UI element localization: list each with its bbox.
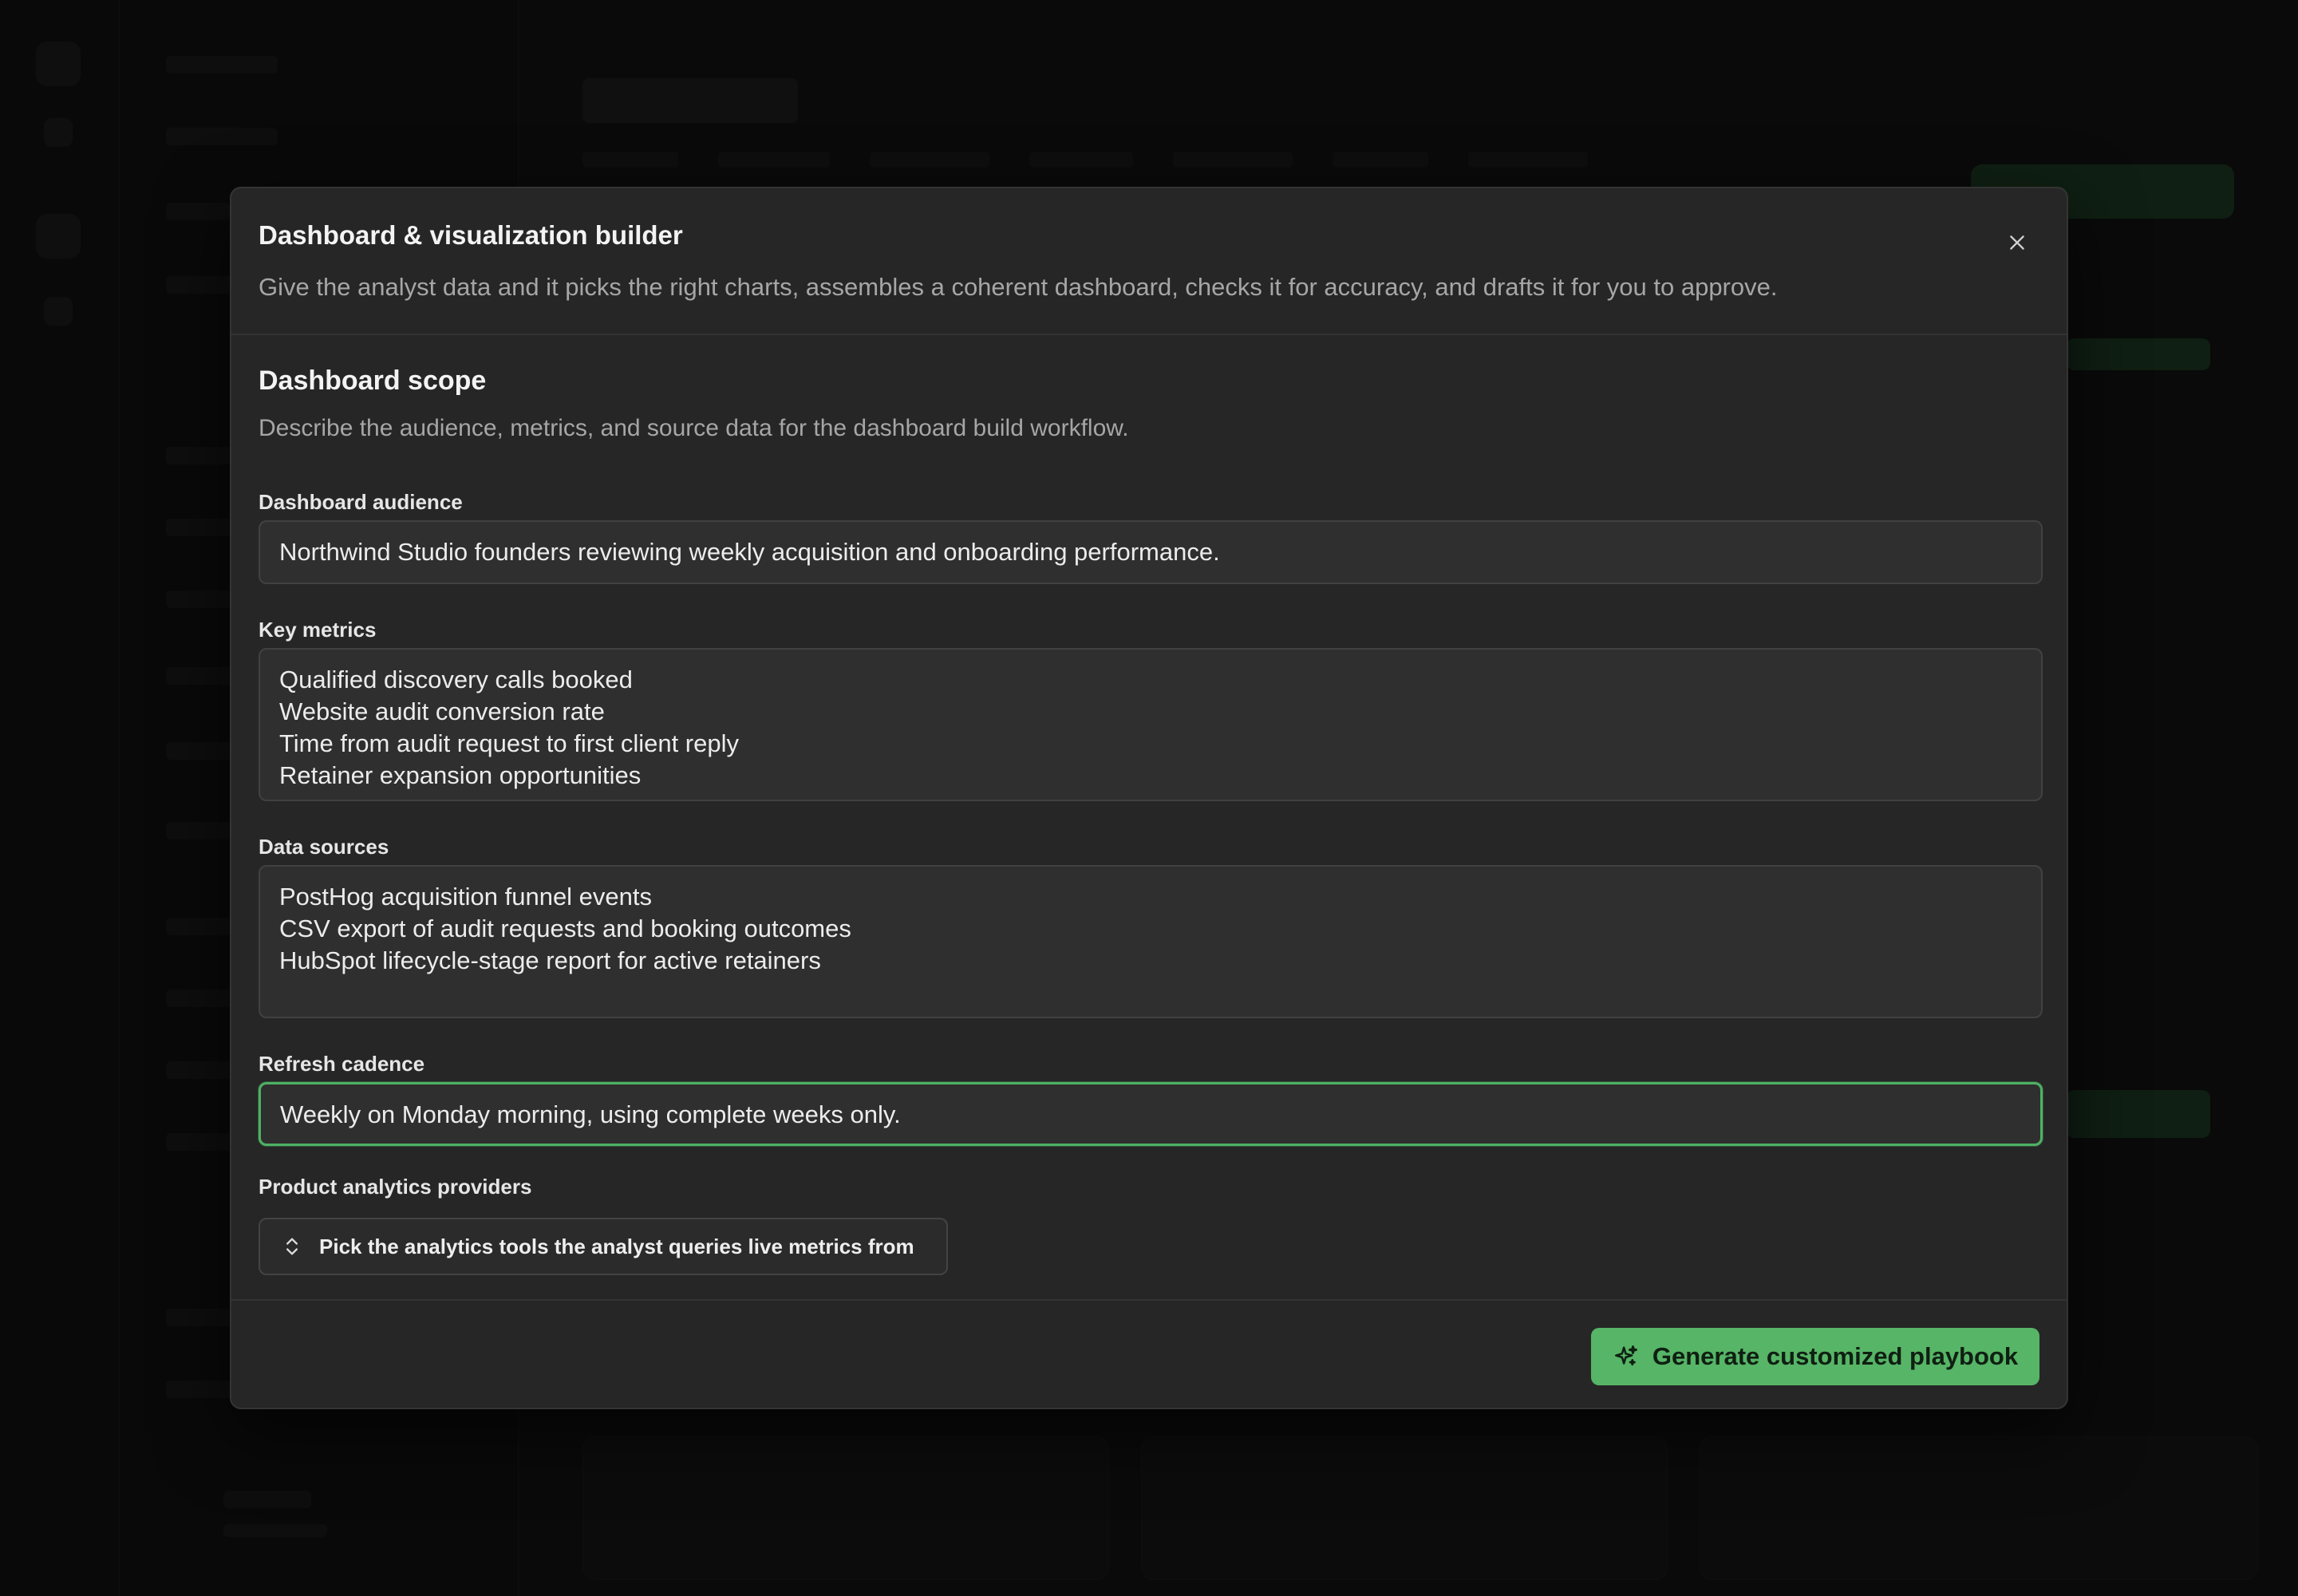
audience-input[interactable]: Northwind Studio founders reviewing week… xyxy=(259,520,2043,584)
close-button[interactable] xyxy=(1995,220,2039,265)
sources-line: PostHog acquisition funnel events xyxy=(279,883,653,911)
generate-playbook-button[interactable]: Generate customized playbook xyxy=(1591,1328,2039,1385)
modal-description: Give the analyst data and it picks the r… xyxy=(259,273,1778,301)
close-icon xyxy=(2010,235,2024,250)
metrics-line: Time from audit request to first client … xyxy=(279,729,739,757)
generate-playbook-label: Generate customized playbook xyxy=(1652,1342,2019,1370)
providers-select-button[interactable]: Pick the analytics tools the analyst que… xyxy=(259,1218,948,1275)
sources-line: CSV export of audit requests and booking… xyxy=(279,915,851,942)
metrics-line: Qualified discovery calls booked xyxy=(279,666,633,693)
modal-footer: Generate customized playbook xyxy=(231,1299,2067,1408)
cadence-label: Refresh cadence xyxy=(259,1052,425,1076)
metrics-line: Retainer expansion opportunities xyxy=(279,761,642,789)
section-title: Dashboard scope xyxy=(259,365,487,396)
sources-line: HubSpot lifecycle-stage report for activ… xyxy=(279,946,821,974)
metrics-textarea[interactable]: Qualified discovery calls booked Website… xyxy=(259,648,2043,801)
sources-textarea[interactable]: PostHog acquisition funnel events CSV ex… xyxy=(259,865,2043,1018)
providers-label: Product analytics providers xyxy=(259,1175,532,1199)
dashboard-builder-modal: Dashboard & visualization builder Give t… xyxy=(230,187,2068,1409)
sparkles-icon xyxy=(1614,1345,1637,1366)
sources-label: Data sources xyxy=(259,835,389,859)
cadence-input[interactable]: Weekly on Monday morning, using complete… xyxy=(259,1082,2043,1146)
metrics-label: Key metrics xyxy=(259,618,377,642)
modal-title: Dashboard & visualization builder xyxy=(259,220,683,250)
chevron-up-down-icon xyxy=(286,1238,298,1255)
modal-header: Dashboard & visualization builder Give t… xyxy=(231,188,2067,335)
audience-label: Dashboard audience xyxy=(259,490,463,514)
providers-select-label: Pick the analytics tools the analyst que… xyxy=(319,1234,914,1258)
metrics-line: Website audit conversion rate xyxy=(279,697,605,725)
section-description: Describe the audience, metrics, and sour… xyxy=(259,415,1129,441)
